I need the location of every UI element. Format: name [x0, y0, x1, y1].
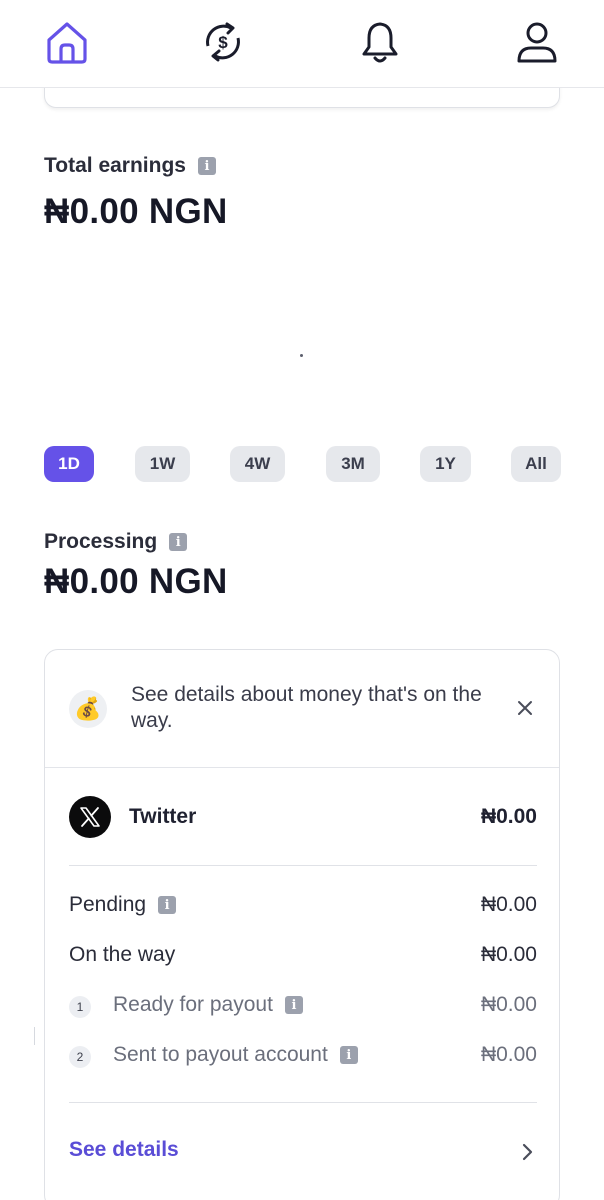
processing-label: Processing	[44, 530, 158, 553]
info-banner: 💰 See details about money that's on the …	[45, 650, 559, 768]
on-the-way-label: On the way	[69, 943, 176, 966]
processing-label-row: Processing i	[44, 530, 188, 554]
source-row-twitter: Twitter ₦0.00	[69, 796, 537, 838]
step-label-group: Ready for payout i	[113, 993, 303, 1017]
bell-icon	[362, 22, 398, 63]
info-icon[interactable]: i	[197, 157, 216, 175]
pending-amount: ₦0.00	[480, 893, 537, 916]
nav-profile-button[interactable]	[512, 16, 562, 68]
processing-amount: ₦0.00 NGN	[44, 562, 228, 601]
step-amount: ₦0.00	[480, 993, 537, 1016]
range-3m-button[interactable]: 3M	[326, 446, 380, 482]
total-earnings-amount: ₦0.00 NGN	[44, 192, 228, 231]
chevron-right-icon[interactable]	[519, 1140, 537, 1164]
step-amount: ₦0.00	[480, 1043, 537, 1066]
see-details-link[interactable]: See details	[69, 1138, 179, 1162]
earnings-chart	[44, 250, 560, 430]
info-icon[interactable]: i	[158, 896, 177, 914]
pending-row: Pending i ₦0.00	[69, 891, 537, 921]
range-1w-button[interactable]: 1W	[135, 446, 190, 482]
info-icon[interactable]: i	[169, 533, 188, 551]
on-the-way-amount: ₦0.00	[480, 943, 537, 966]
step-connector-line	[34, 1027, 35, 1045]
range-4w-button[interactable]: 4W	[230, 446, 285, 482]
step-label-group: Sent to payout account i	[113, 1043, 358, 1067]
pending-label-group: Pending i	[69, 893, 177, 917]
close-icon	[518, 701, 532, 715]
banner-text: See details about money that's on the wa…	[131, 683, 482, 732]
step-label: Ready for payout	[113, 993, 273, 1016]
step-row-sent-to-payout-account: 2 Sent to payout account i ₦0.00	[69, 1041, 537, 1071]
bottom-tab-bar: $	[0, 0, 604, 88]
range-all-button[interactable]: All	[511, 446, 561, 482]
divider	[69, 1102, 537, 1103]
step-row-ready-for-payout: 1 Ready for payout i ₦0.00	[69, 991, 537, 1021]
on-the-way-row: On the way ₦0.00	[69, 941, 537, 971]
range-1y-button[interactable]: 1Y	[420, 446, 471, 482]
svg-text:$: $	[218, 33, 228, 52]
x-logo-icon	[69, 796, 111, 838]
home-icon	[47, 22, 87, 64]
total-earnings-label: Total earnings	[44, 154, 186, 177]
step-number-badge: 2	[69, 1046, 91, 1068]
on-the-way-label-group: On the way	[69, 943, 175, 967]
currency-exchange-icon: $	[206, 22, 240, 62]
user-icon	[517, 22, 557, 63]
close-banner-button[interactable]	[511, 694, 539, 722]
step-number-badge: 1	[69, 996, 91, 1018]
total-earnings-label-row: Total earnings i	[44, 154, 216, 178]
divider	[69, 865, 537, 866]
info-icon[interactable]: i	[339, 1046, 358, 1064]
source-name: Twitter	[129, 805, 197, 828]
step-label: Sent to payout account	[113, 1043, 328, 1066]
nav-payments-button[interactable]: $	[198, 16, 248, 68]
processing-details-card: 💰 See details about money that's on the …	[44, 649, 560, 1200]
pending-label: Pending	[69, 893, 147, 916]
info-icon[interactable]: i	[284, 996, 303, 1014]
chart-point	[300, 354, 303, 357]
source-amount: ₦0.00	[480, 805, 537, 828]
nav-notifications-button[interactable]	[355, 16, 405, 68]
money-bag-icon: 💰	[69, 690, 107, 728]
range-1d-button[interactable]: 1D	[44, 446, 94, 482]
nav-home-button[interactable]	[42, 16, 92, 68]
